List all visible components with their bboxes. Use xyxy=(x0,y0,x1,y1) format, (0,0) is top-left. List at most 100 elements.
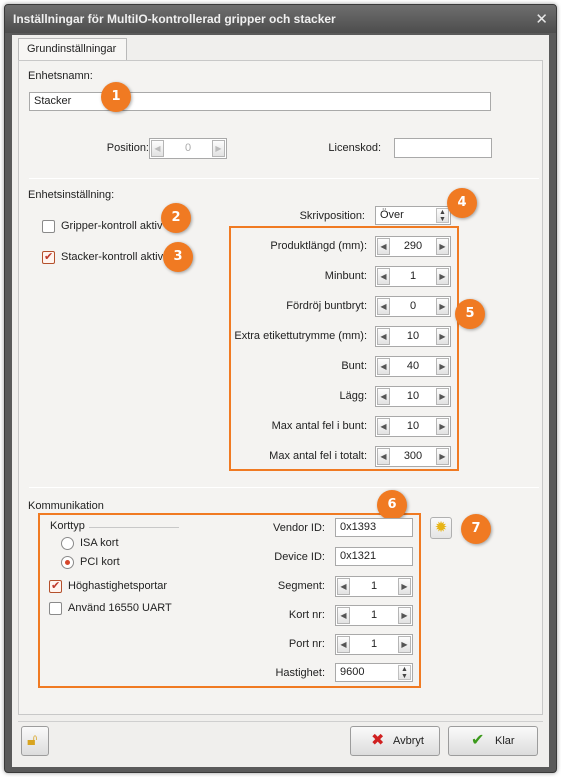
card-no-stepper[interactable]: ◀ 1 ▶ xyxy=(335,605,413,626)
device-id-label: Device ID: xyxy=(274,551,325,563)
license-label: Licenskod: xyxy=(328,142,381,154)
decrement-icon[interactable]: ◀ xyxy=(377,418,390,435)
increment-icon[interactable]: ▶ xyxy=(436,418,449,435)
field-value: 10 xyxy=(406,390,420,402)
decrement-icon[interactable]: ◀ xyxy=(377,298,390,315)
field-value: 300 xyxy=(403,450,423,462)
lock-icon: 🔓︎ xyxy=(27,732,38,749)
field-value: 10 xyxy=(406,420,420,432)
layer-stepper[interactable]: ◀ 10 ▶ xyxy=(375,386,451,407)
decrement-icon[interactable]: ◀ xyxy=(151,140,164,157)
isa-card-radio[interactable] xyxy=(61,537,74,550)
print-position-select[interactable]: Över ▲ ▼ xyxy=(375,206,451,225)
segment-label: Segment: xyxy=(277,580,325,592)
device-id-input[interactable]: 0x1321 xyxy=(335,547,413,566)
card-no-value: 1 xyxy=(370,609,378,621)
increment-icon[interactable]: ▶ xyxy=(398,607,411,624)
increment-icon[interactable]: ▶ xyxy=(212,140,225,157)
callout-2: 2 xyxy=(161,203,191,233)
divider xyxy=(29,178,539,179)
decrement-icon[interactable]: ◀ xyxy=(377,358,390,375)
field-value: 1 xyxy=(409,270,417,282)
increment-icon[interactable]: ▶ xyxy=(436,358,449,375)
speed-select[interactable]: 9600 ▲ ▼ xyxy=(335,663,413,682)
card-type-label: Korttyp xyxy=(50,520,85,532)
pci-card-label: PCI kort xyxy=(80,556,120,568)
increment-icon[interactable]: ▶ xyxy=(398,578,411,595)
communication-label: Kommunikation xyxy=(28,500,104,512)
position-stepper[interactable]: ◀ 0 ▶ xyxy=(149,138,227,159)
decrement-icon[interactable]: ◀ xyxy=(377,388,390,405)
segment-stepper[interactable]: ◀ 1 ▶ xyxy=(335,576,413,597)
tab-panel: Enhetsnamn: Stacker 1 Position: ◀ 0 ▶ Li… xyxy=(18,60,543,715)
product-length-stepper[interactable]: ◀ 290 ▶ xyxy=(375,236,451,257)
field-label: Max antal fel i bunt: xyxy=(271,420,367,432)
field-label: Fördröj buntbryt: xyxy=(286,300,367,312)
high-speed-checkbox[interactable] xyxy=(49,579,62,593)
increment-icon[interactable]: ▶ xyxy=(436,298,449,315)
decrement-icon[interactable]: ◀ xyxy=(337,578,350,595)
license-input[interactable] xyxy=(394,138,492,158)
callout-6: 6 xyxy=(377,490,407,520)
field-label: Extra etikettutrymme (mm): xyxy=(234,330,367,342)
ok-button[interactable]: ✔ Klar xyxy=(448,726,538,756)
max-errors-total-stepper[interactable]: ◀ 300 ▶ xyxy=(375,446,451,467)
close-icon[interactable]: ✕ xyxy=(535,10,548,28)
decrement-icon[interactable]: ◀ xyxy=(337,636,350,653)
gripper-label: Gripper-kontroll aktiv xyxy=(61,220,163,232)
field-value: 10 xyxy=(406,330,420,342)
uart-label: Använd 16550 UART xyxy=(68,602,172,614)
lock-button[interactable]: 🔓︎ xyxy=(21,726,49,756)
gripper-checkbox[interactable] xyxy=(42,220,55,233)
decrement-icon[interactable]: ◀ xyxy=(337,607,350,624)
vendor-id-input[interactable]: 0x1393 xyxy=(335,518,413,537)
group-line xyxy=(89,527,179,528)
title-bar[interactable]: Inställningar för MultiIO-kontrollerad g… xyxy=(5,5,556,33)
position-value: 0 xyxy=(184,142,192,154)
field-label: Produktlängd (mm): xyxy=(270,240,367,252)
spin-up-down-icon[interactable]: ▲ ▼ xyxy=(398,665,411,680)
bundle-stepper[interactable]: ◀ 40 ▶ xyxy=(375,356,451,377)
max-errors-bundle-stepper[interactable]: ◀ 10 ▶ xyxy=(375,416,451,437)
port-no-stepper[interactable]: ◀ 1 ▶ xyxy=(335,634,413,655)
callout-4: 4 xyxy=(447,188,477,218)
unit-name-label: Enhetsnamn: xyxy=(28,70,93,82)
cancel-button[interactable]: ✖ Avbryt xyxy=(350,726,440,756)
settings-dialog: Inställningar för MultiIO-kontrollerad g… xyxy=(4,4,557,773)
decrement-icon[interactable]: ◀ xyxy=(377,268,390,285)
spin-up-down-icon[interactable]: ▲ ▼ xyxy=(436,208,449,223)
print-position-value: Över xyxy=(380,209,404,221)
field-label: Lägg: xyxy=(339,390,367,402)
increment-icon[interactable]: ▶ xyxy=(436,268,449,285)
bundle-break-delay-stepper[interactable]: ◀ 0 ▶ xyxy=(375,296,451,317)
speed-label: Hastighet: xyxy=(275,667,325,679)
unit-name-input[interactable]: Stacker xyxy=(29,92,491,111)
close-icon: ✖ xyxy=(371,732,385,749)
field-value: 0 xyxy=(409,300,417,312)
increment-icon[interactable]: ▶ xyxy=(436,328,449,345)
vendor-id-label: Vendor ID: xyxy=(273,522,325,534)
min-bundle-stepper[interactable]: ◀ 1 ▶ xyxy=(375,266,451,287)
callout-5: 5 xyxy=(455,299,485,329)
uart-checkbox[interactable] xyxy=(49,602,62,615)
decrement-icon[interactable]: ◀ xyxy=(377,328,390,345)
pci-card-radio[interactable] xyxy=(61,556,74,569)
increment-icon[interactable]: ▶ xyxy=(398,636,411,653)
increment-icon[interactable]: ▶ xyxy=(436,448,449,465)
card-no-label: Kort nr: xyxy=(288,609,325,621)
increment-icon[interactable]: ▶ xyxy=(436,388,449,405)
footer-divider xyxy=(18,721,543,722)
increment-icon[interactable]: ▶ xyxy=(436,238,449,255)
decrement-icon[interactable]: ◀ xyxy=(377,238,390,255)
port-no-value: 1 xyxy=(370,638,378,650)
tab-grundinstallningar[interactable]: Grundinställningar xyxy=(18,38,128,60)
field-value: 40 xyxy=(406,360,420,372)
speed-value: 9600 xyxy=(340,666,365,678)
decrement-icon[interactable]: ◀ xyxy=(377,448,390,465)
cancel-label: Avbryt xyxy=(393,735,424,747)
extra-label-space-stepper[interactable]: ◀ 10 ▶ xyxy=(375,326,451,347)
stacker-label: Stacker-kontroll aktiv xyxy=(61,251,164,263)
gear-icon[interactable]: ✹ xyxy=(430,517,452,539)
callout-7: 7 xyxy=(461,514,491,544)
stacker-checkbox[interactable] xyxy=(42,250,55,264)
